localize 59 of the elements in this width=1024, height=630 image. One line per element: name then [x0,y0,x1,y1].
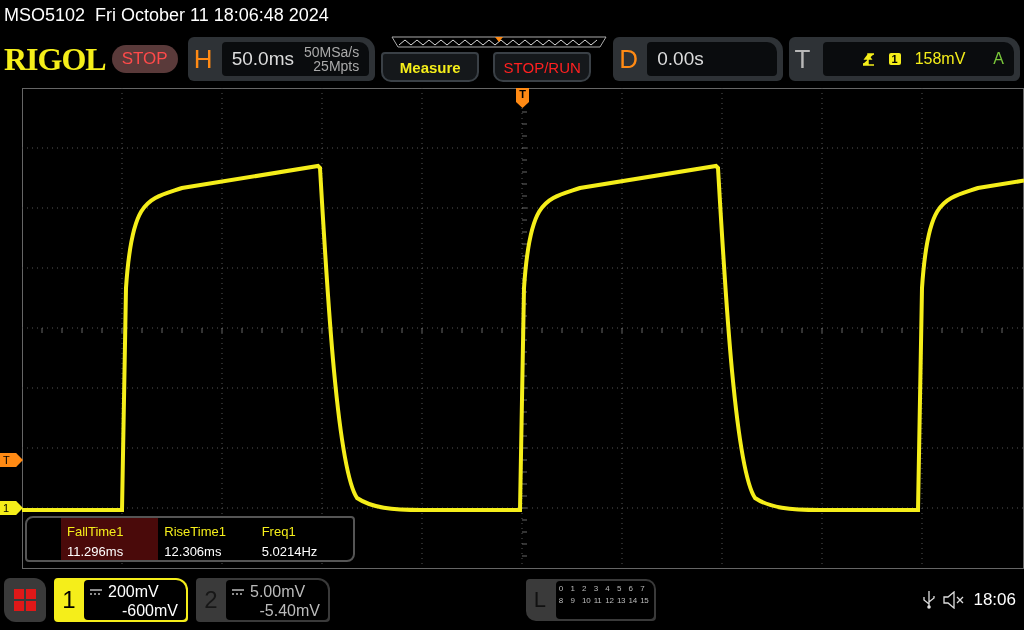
device-title: MSO5102 Fri October 11 18:06:48 2024 [3,4,330,27]
channel-scale: 5.00mV [250,582,306,601]
channel-offset-marker[interactable]: 1 [0,501,23,515]
logic-bit: 15 [640,596,650,605]
channel-scale: 200mV [108,582,159,601]
channel-offset: -5.40mV [258,601,320,620]
logic-bit: 4 [605,584,611,593]
dc-coupling-icon [232,588,244,595]
clock-time: 18:06 [973,590,1016,610]
home-button[interactable] [4,578,46,622]
usb-icon [923,591,936,609]
panel-label: T [794,43,812,75]
memory-depth: 25Mpts [312,59,360,73]
channel-number: 1 [61,585,77,615]
trigger-mode: A [993,50,1004,68]
brand-logo: RIGOL [4,40,106,78]
logic-bit: 11 [593,596,603,605]
delay-panel[interactable]: D 0.00s [613,37,783,81]
channel-offset: -600mV [120,601,178,620]
trigger-source: 1 [888,53,901,65]
stop-run-button[interactable]: STOP/RUN [493,52,592,82]
measurement-name: Freq1 [261,523,297,541]
logic-bit: 10 [582,596,592,605]
dc-coupling-icon [90,588,102,595]
logic-bit: 5 [616,584,623,593]
logic-bit: 3 [593,584,599,593]
measurement-name: FallTime1 [67,523,125,541]
rising-edge-icon [862,52,875,66]
sample-rate: 50MSa/s [304,45,360,59]
measurement-item[interactable]: FallTime1 11.296ms [61,518,159,560]
muted-speaker-icon[interactable] [943,591,966,609]
logic-bit: 1 [570,584,576,593]
logic-bit: 0 [558,584,564,593]
logic-bit: 13 [616,596,627,605]
trigger-level-marker[interactable]: T [0,453,23,467]
measurement-name: RiseTime1 [164,523,227,541]
measurement-value: 12.306ms [164,543,223,561]
grid-icon [13,588,37,612]
panel-label: D [619,43,639,75]
delay-value: 0.00s [657,48,704,70]
trigger-position-marker[interactable]: T [516,88,529,108]
logic-bit: 9 [570,596,576,605]
channel-button[interactable]: 1 200mV -600mV [54,578,188,622]
measurement-item[interactable]: Freq1 5.0214Hz [255,518,353,560]
measurement-item[interactable]: RiseTime1 12.306ms [158,518,256,560]
measurement-value: 11.296ms [67,543,125,561]
logic-bit: 8 [558,596,564,605]
panel-label: H [193,43,214,75]
logic-bit: 2 [582,584,588,593]
measurement-value: 5.0214Hz [261,543,319,561]
trigger-level: 158mV [914,50,966,68]
logic-bit: 6 [628,584,634,593]
logic-bit: 12 [605,596,615,605]
trigger-panel[interactable]: T 1 158mV A [788,37,1020,81]
logic-bit: 7 [640,584,646,593]
run-state-badge: STOP [111,45,178,73]
timebase-value: 50.0ms [231,48,294,70]
measure-button[interactable]: Measure [381,52,480,82]
logic-bit: 14 [628,596,638,605]
